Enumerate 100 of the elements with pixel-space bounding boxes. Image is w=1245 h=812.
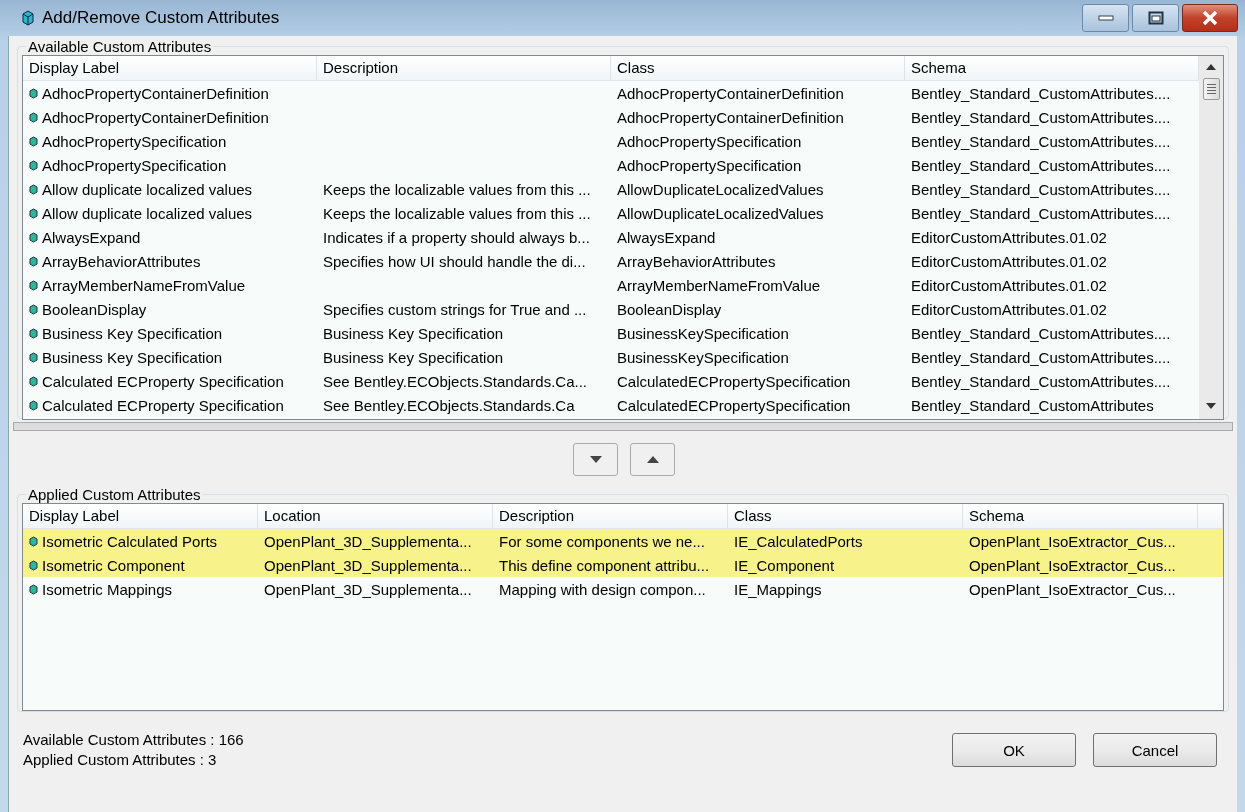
table-cell: Bentley_Standard_CustomAttributes.... — [911, 372, 1171, 390]
attribute-icon — [29, 535, 38, 547]
table-cell: BusinessKeySpecification — [617, 348, 789, 366]
table-cell: Business Key Specification — [323, 348, 504, 366]
table-cell: BooleanDisplay — [42, 300, 147, 318]
table-cell: Calculated ECProperty Specification — [42, 372, 284, 390]
attribute-icon — [29, 303, 38, 315]
up-arrow-icon — [1206, 64, 1216, 70]
table-cell: IE_Component — [734, 556, 835, 574]
column-header[interactable]: Schema — [963, 504, 1198, 528]
table-cell: OpenPlant_IsoExtractor_Cus... — [969, 580, 1176, 598]
up-arrow-icon — [646, 456, 659, 463]
group-title: Available Custom Attributes — [27, 38, 213, 55]
table-cell: This define component attribu... — [499, 556, 710, 574]
attribute-icon — [29, 207, 38, 219]
table-cell: OpenPlant_IsoExtractor_Cus... — [969, 532, 1176, 550]
attribute-icon — [29, 255, 38, 267]
table-cell: Bentley_Standard_CustomAttributes — [911, 396, 1154, 414]
cube-icon — [22, 10, 34, 26]
table-cell: AdhocPropertyContainerDefinition — [617, 84, 844, 102]
down-arrow-icon — [589, 456, 602, 463]
table-cell: Bentley_Standard_CustomAttributes.... — [911, 84, 1171, 102]
table-cell: BusinessKeySpecification — [617, 324, 789, 342]
group-title: Applied Custom Attributes — [27, 486, 202, 503]
maximize-button[interactable] — [1132, 4, 1179, 32]
attribute-icon — [29, 111, 38, 123]
table-cell: CalculatedECPropertySpecification — [617, 396, 851, 414]
table-cell: AdhocPropertySpecification — [42, 132, 227, 150]
table-cell: AdhocPropertyContainerDefinition — [42, 84, 269, 102]
table-row[interactable]: Isometric Component OpenPlant_3D_Supplementa... This define component attribu... IE_Component OpenPlant_IsoExtractor_Cus... — [23, 553, 1223, 577]
status-text: Available Custom Attributes : 166 — [23, 730, 244, 750]
table-cell: Specifies custom strings for True and ... — [323, 300, 587, 318]
table-cell: IE_CalculatedPorts — [734, 532, 863, 550]
table-cell: Keeps the localizable values from this ... — [323, 180, 591, 198]
table-cell: Bentley_Standard_CustomAttributes.... — [911, 108, 1171, 126]
table-cell: EditorCustomAttributes.01.02 — [911, 276, 1107, 294]
table-cell: EditorCustomAttributes.01.02 — [911, 300, 1107, 318]
table-cell: Business Key Specification — [42, 348, 223, 366]
move-up-button[interactable] — [630, 443, 675, 476]
table-cell: ArrayMemberNameFromValue — [42, 276, 246, 294]
status-text: Applied Custom Attributes : 3 — [23, 750, 218, 770]
table-cell: AdhocPropertySpecification — [617, 156, 802, 174]
scroll-thumb[interactable] — [1202, 78, 1220, 100]
table-cell: CalculatedECPropertySpecification — [617, 372, 851, 390]
table-cell: BooleanDisplay — [617, 300, 722, 318]
table-cell: Isometric Mappings — [42, 580, 173, 598]
table-cell: Specifies how UI should handle the di... — [323, 252, 586, 270]
table-cell: AdhocPropertySpecification — [617, 132, 802, 150]
cancel-button[interactable]: Cancel — [1093, 733, 1217, 767]
window-title: Add/Remove Custom Attributes — [42, 8, 280, 28]
attribute-icon — [29, 375, 38, 387]
table-cell: AllowDuplicateLocalizedValues — [617, 204, 824, 222]
attribute-icon — [29, 231, 38, 243]
table-cell: OpenPlant_3D_Supplementa... — [264, 556, 472, 574]
table-cell: Mapping with design compon... — [499, 580, 706, 598]
column-header[interactable]: Class — [728, 504, 963, 528]
table-cell: Bentley_Standard_CustomAttributes.... — [911, 204, 1171, 222]
attribute-icon — [29, 399, 38, 411]
table-cell: Bentley_Standard_CustomAttributes.... — [911, 132, 1171, 150]
table-cell: Indicates if a property should always b... — [323, 228, 590, 246]
table-cell: ArrayBehaviorAttributes — [42, 252, 201, 270]
column-header[interactable]: Class — [611, 56, 905, 80]
attribute-icon — [29, 559, 38, 571]
attribute-icon — [29, 327, 38, 339]
column-header[interactable]: Display Label — [23, 56, 317, 80]
table-cell: Allow duplicate localized values — [42, 204, 253, 222]
table-cell: Bentley_Standard_CustomAttributes.... — [911, 156, 1171, 174]
table-cell: OpenPlant_IsoExtractor_Cus... — [969, 556, 1176, 574]
table-cell: See Bentley.ECObjects.Standards.Ca — [323, 396, 575, 414]
table-cell: AlwaysExpand — [42, 228, 141, 246]
table-cell: Business Key Specification — [42, 324, 223, 342]
column-header[interactable]: Description — [493, 504, 728, 528]
attribute-icon — [29, 351, 38, 363]
table-cell: OpenPlant_3D_Supplementa... — [264, 580, 472, 598]
column-header[interactable]: Display Label — [23, 504, 258, 528]
table-cell: Bentley_Standard_CustomAttributes.... — [911, 180, 1171, 198]
table-cell: OpenPlant_3D_Supplementa... — [264, 532, 472, 550]
attribute-icon — [29, 159, 38, 171]
table-row[interactable]: Isometric Calculated Ports OpenPlant_3D_Supplementa... For some components we ne... IE_CalculatedPorts OpenPlant_IsoExtractor_Cus... — [23, 529, 1223, 553]
table-cell: EditorCustomAttributes.01.02 — [911, 228, 1107, 246]
close-button[interactable] — [1182, 4, 1238, 32]
attribute-icon — [29, 87, 38, 99]
table-cell: Bentley_Standard_CustomAttributes.... — [911, 324, 1171, 342]
ok-button[interactable]: OK — [952, 733, 1076, 767]
maximize-icon — [1147, 11, 1164, 25]
table-cell: EditorCustomAttributes.01.02 — [911, 252, 1107, 270]
attribute-icon — [29, 135, 38, 147]
table-cell: Isometric Component — [42, 556, 185, 574]
table-cell: AlwaysExpand — [617, 228, 716, 246]
move-down-button[interactable] — [573, 443, 618, 476]
vertical-scrollbar[interactable] — [1199, 56, 1223, 419]
attribute-icon — [29, 279, 38, 291]
minimize-icon — [1097, 15, 1114, 21]
table-row[interactable]: Isometric Mappings OpenPlant_3D_Supplementa... Mapping with design compon... IE_Mappings OpenPlant_IsoExtractor_Cus... — [23, 577, 1223, 601]
down-arrow-icon — [1206, 403, 1216, 409]
column-header[interactable]: Description — [317, 56, 611, 80]
column-header[interactable]: Location — [258, 504, 493, 528]
table-cell: AdhocPropertySpecification — [42, 156, 227, 174]
table-cell: ArrayBehaviorAttributes — [617, 252, 776, 270]
table-cell: For some components we ne... — [499, 532, 705, 550]
